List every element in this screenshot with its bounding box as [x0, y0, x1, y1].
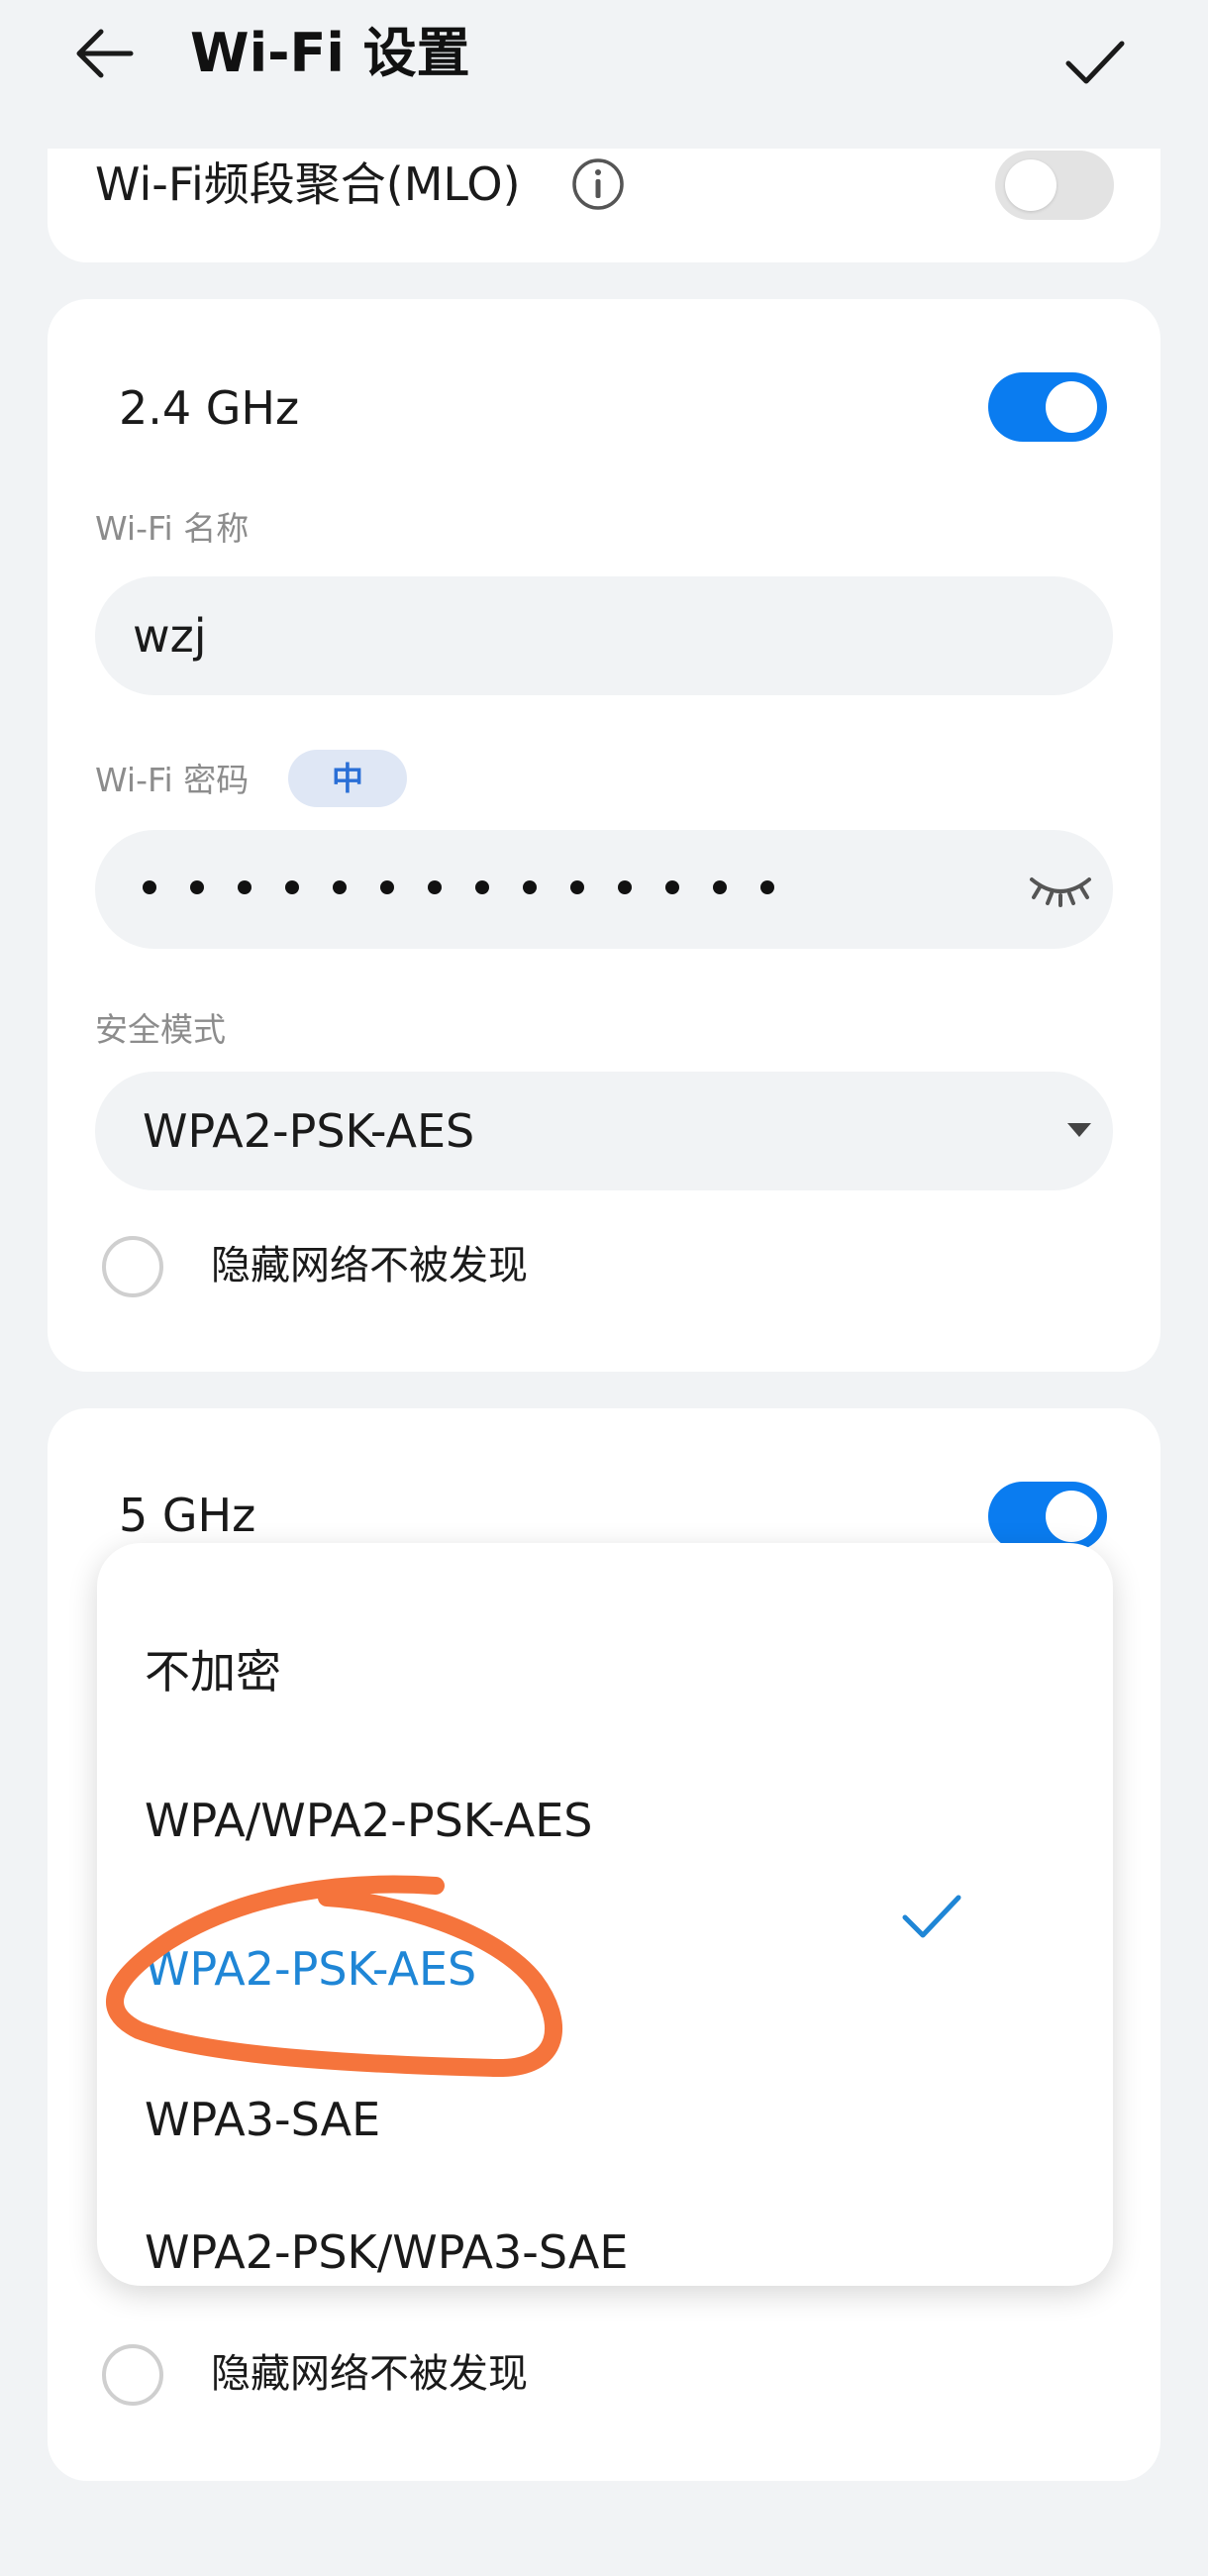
security-mode-select[interactable]: WPA2-PSK-AES: [95, 1072, 1113, 1190]
password-dot: [570, 880, 584, 894]
band-24-toggle[interactable]: [988, 372, 1107, 442]
dropdown-option-wpa3[interactable]: WPA3-SAE: [145, 2070, 1065, 2169]
toggle-knob: [1046, 381, 1097, 433]
check-icon: [1065, 41, 1125, 84]
wifi-name-input[interactable]: wzj: [95, 576, 1113, 695]
toggle-knob: [1005, 159, 1057, 211]
password-dots: [143, 879, 808, 898]
password-dot: [428, 880, 442, 894]
band-24-card: 2.4 GHz Wi-Fi 名称 wzj Wi-Fi 密码 中 安全模式 WPA…: [48, 299, 1160, 1372]
hide-network-radio-5[interactable]: [102, 2344, 163, 2406]
password-dot: [713, 880, 727, 894]
dropdown-option-wpa2-wpa3[interactable]: WPA2-PSK/WPA3-SAE: [145, 2222, 1065, 2282]
password-dot: [143, 880, 156, 894]
caret-down-icon: [1065, 1121, 1093, 1139]
wifi-password-label: Wi-Fi 密码: [95, 761, 250, 799]
info-circle-icon: [572, 158, 624, 210]
arrow-left-icon: [76, 29, 134, 78]
info-icon[interactable]: [570, 156, 626, 212]
password-dot: [760, 880, 774, 894]
band-24-label: 2.4 GHz: [119, 381, 300, 435]
wifi-password-input[interactable]: [95, 830, 1113, 949]
password-strength-badge: 中: [288, 750, 407, 807]
password-dot: [333, 880, 347, 894]
band-5-label: 5 GHz: [119, 1489, 256, 1542]
hide-network-label-5: 隐藏网络不被发现: [211, 2351, 528, 2397]
eye-closed-icon[interactable]: [1026, 870, 1095, 909]
back-button[interactable]: [69, 22, 149, 85]
password-dot: [190, 880, 204, 894]
security-mode-value: WPA2-PSK-AES: [143, 1104, 475, 1158]
password-dot: [238, 880, 252, 894]
dropdown-option-none[interactable]: 不加密: [145, 1622, 1065, 1721]
selected-check-icon: [901, 1892, 962, 1941]
mlo-label: Wi-Fi频段聚合(MLO): [95, 157, 521, 211]
password-dot: [618, 880, 632, 894]
hide-network-label-24: 隐藏网络不被发现: [211, 1243, 528, 1288]
security-mode-label: 安全模式: [95, 1010, 226, 1049]
password-dot: [380, 880, 394, 894]
mlo-toggle[interactable]: [995, 151, 1114, 220]
hide-network-radio-24[interactable]: [102, 1236, 163, 1297]
password-dot: [285, 880, 299, 894]
app-header: Wi-Fi 设置: [0, 0, 1208, 149]
password-dot: [475, 880, 489, 894]
wifi-name-value: wzj: [133, 609, 207, 663]
wifi-name-label: Wi-Fi 名称: [95, 509, 250, 548]
password-dot: [523, 880, 537, 894]
page-title: Wi-Fi 设置: [190, 22, 470, 84]
toggle-knob: [1046, 1491, 1097, 1542]
band-5-toggle[interactable]: [988, 1482, 1107, 1551]
password-dot: [665, 880, 679, 894]
wifi-settings-page: Wi-Fi 设置 Wi-Fi频段聚合(MLO) 2.4 GHz Wi-Fi 名称: [0, 0, 1208, 2576]
dropdown-option-wpa-wpa2[interactable]: WPA/WPA2-PSK-AES: [145, 1771, 1065, 1870]
confirm-button[interactable]: [1055, 24, 1134, 103]
